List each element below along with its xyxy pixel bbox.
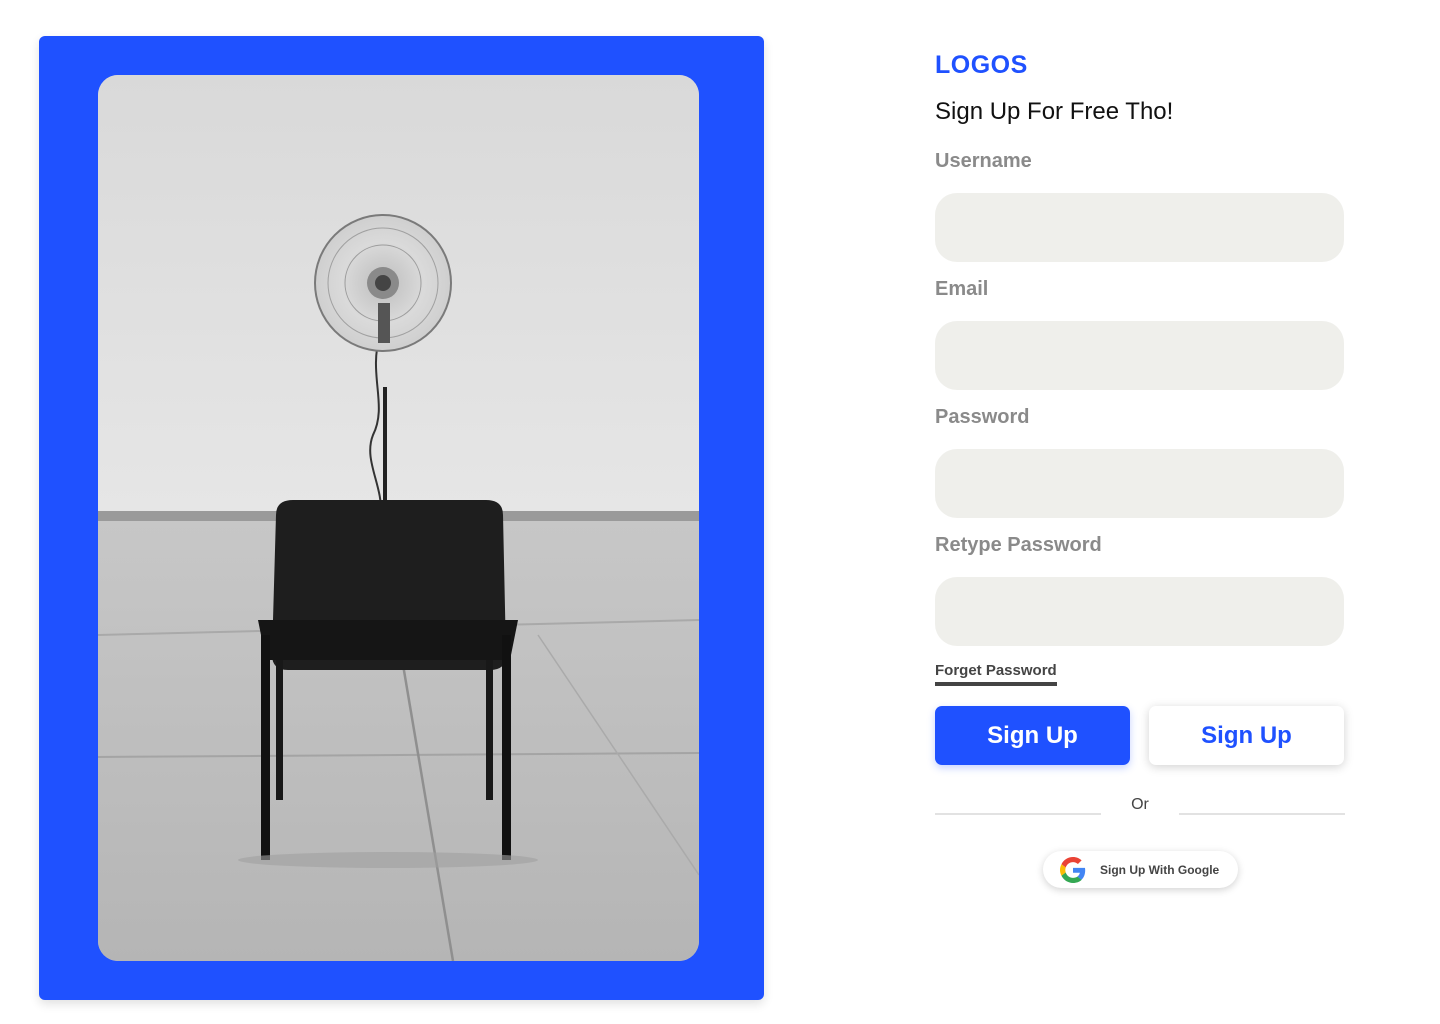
google-button-label: Sign Up With Google xyxy=(1100,862,1220,877)
retype-password-label: Retype Password xyxy=(935,534,1102,556)
email-label: Email xyxy=(935,278,989,300)
email-input[interactable] xyxy=(935,321,1344,390)
brand-logo: LOGOS xyxy=(935,51,1028,79)
signup-page: LOGOS Sign Up For Free Tho! Username Ema… xyxy=(0,0,1440,1024)
divider-right xyxy=(1179,813,1345,815)
forgot-password-link[interactable]: Forget Password xyxy=(935,662,1057,686)
form-heading: Sign Up For Free Tho! xyxy=(935,98,1174,125)
password-input[interactable] xyxy=(935,449,1344,518)
sign-up-button[interactable]: Sign Up xyxy=(935,706,1130,765)
signup-form: LOGOS Sign Up For Free Tho! Username Ema… xyxy=(935,0,1345,1024)
google-signup-button[interactable]: Sign Up With Google xyxy=(1043,851,1238,888)
hero-photo xyxy=(98,75,699,961)
google-icon xyxy=(1060,856,1086,883)
password-label: Password xyxy=(935,406,1030,428)
username-label: Username xyxy=(935,150,1032,172)
chair-and-fan-photo xyxy=(98,75,699,961)
divider-or: Or xyxy=(1131,796,1149,813)
retype-password-input[interactable] xyxy=(935,577,1344,646)
hero-panel xyxy=(39,36,764,1000)
sign-up-secondary-button[interactable]: Sign Up xyxy=(1149,706,1344,765)
username-input[interactable] xyxy=(935,193,1344,262)
divider-left xyxy=(935,813,1101,815)
